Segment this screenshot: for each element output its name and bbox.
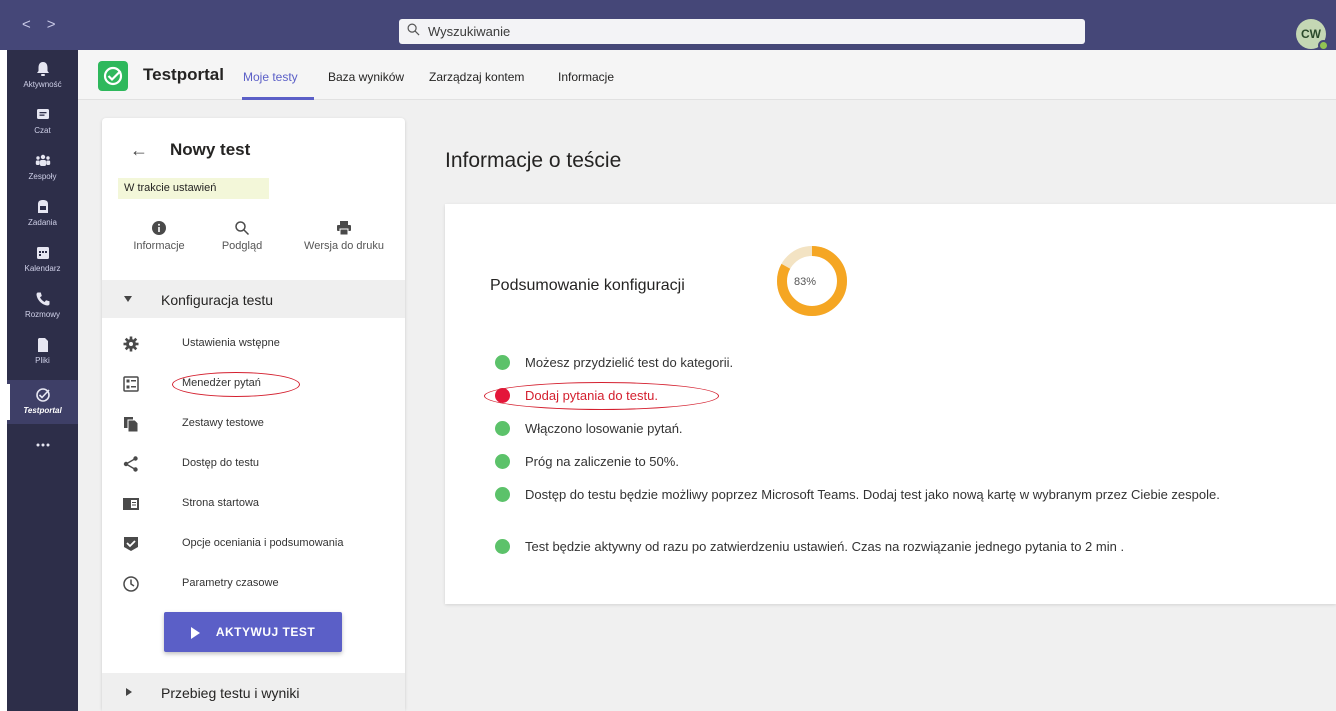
check-shield-icon <box>124 537 138 551</box>
more-icon <box>36 443 49 447</box>
menu-item-time-parameters[interactable]: Parametry czasowe <box>102 565 405 605</box>
page-title: Informacje o teście <box>445 149 622 172</box>
activate-test-button[interactable]: AKTYWUJ TEST <box>164 612 342 652</box>
app-name: Testportal <box>143 65 224 84</box>
avatar[interactable]: CW <box>1296 19 1329 51</box>
rail-item-chat[interactable]: Czat <box>7 100 78 144</box>
search-icon <box>407 23 420 36</box>
rail-edge <box>0 50 7 711</box>
search-placeholder: Wyszukiwanie <box>428 24 511 39</box>
start-page-icon <box>123 498 139 510</box>
question-manager-icon <box>123 376 139 392</box>
progress-label: 83% <box>794 276 816 288</box>
summary-text: Test będzie aktywny od razu po zatwierdz… <box>525 539 1125 554</box>
status-badge: W trakcie ustawień <box>118 178 269 199</box>
rail-label: Zespoły <box>28 172 57 181</box>
highlight-ellipse <box>172 372 300 397</box>
section-test-configuration[interactable]: Konfiguracja testu <box>102 280 405 318</box>
menu-label: Opcje oceniania i podsumowania <box>182 537 344 549</box>
rail-label: Zadania <box>28 218 57 227</box>
rail-item-more[interactable] <box>7 430 78 474</box>
copy-icon <box>124 417 139 433</box>
action-print[interactable]: Wersja do druku <box>294 220 394 252</box>
panel-title: Nowy test <box>170 140 251 159</box>
status-ok-dot <box>495 539 510 554</box>
bell-icon <box>36 62 49 76</box>
testportal-icon <box>35 388 50 402</box>
calendar-icon <box>36 247 49 259</box>
rail-label: Testportal <box>23 406 62 415</box>
tab-information[interactable]: Informacje <box>558 70 614 84</box>
rail-label: Kalendarz <box>24 264 61 273</box>
test-setup-panel: ← Nowy test W trakcie ustawień Informacj… <box>102 118 405 711</box>
rail-label: Czat <box>34 126 51 135</box>
gear-icon <box>123 336 139 352</box>
rail-item-testportal[interactable]: Testportal <box>7 380 78 424</box>
rail-item-assignments[interactable]: Zadania <box>7 192 78 236</box>
chat-icon <box>36 109 49 119</box>
printer-icon <box>337 221 351 236</box>
testportal-logo-icon <box>98 61 128 91</box>
top-bar: <> Wyszukiwanie CW <box>0 0 1336 51</box>
rail-item-teams[interactable]: Zespoły <box>7 146 78 190</box>
menu-item-start-page[interactable]: Strona startowa <box>102 485 405 525</box>
rail-item-files[interactable]: Pliki <box>7 330 78 374</box>
rail-item-calendar[interactable]: Kalendarz <box>7 238 78 282</box>
menu-item-grading-options[interactable]: Opcje oceniania i podsumowania <box>102 525 405 565</box>
rail-item-activity[interactable]: Aktywność <box>7 54 78 98</box>
back-arrow-icon[interactable]: ← <box>130 140 148 161</box>
tab-results-base[interactable]: Baza wyników <box>328 70 404 84</box>
status-ok-dot <box>495 355 510 370</box>
share-icon <box>123 456 138 472</box>
status-ok-dot <box>495 454 510 469</box>
summary-text: Dostęp do testu będzie możliwy poprzez M… <box>525 487 1220 502</box>
caret-down-icon <box>124 296 132 302</box>
highlight-ellipse <box>484 382 719 410</box>
menu-label: Ustawienia wstępne <box>182 337 280 349</box>
rail-label: Aktywność <box>23 80 62 89</box>
rail-item-calls[interactable]: Rozmowy <box>7 284 78 328</box>
action-label: Podgląd <box>221 240 263 252</box>
summary-text: Próg na zaliczenie to 50%. <box>525 454 679 469</box>
app-rail: Aktywność Czat Zespoły Zadania Kalendarz… <box>0 50 78 711</box>
play-icon <box>190 626 200 639</box>
search-input[interactable]: Wyszukiwanie <box>399 19 1085 44</box>
summary-text: Włączono losowanie pytań. <box>525 421 683 436</box>
menu-label: Zestawy testowe <box>182 417 264 429</box>
info-icon <box>152 221 166 235</box>
search-icon <box>235 221 250 236</box>
assignments-icon <box>37 200 48 213</box>
app-header: Testportal Moje testy Baza wyników Zarzą… <box>78 50 1336 100</box>
status-ok-dot <box>495 421 510 436</box>
clock-icon <box>123 576 139 592</box>
menu-item-test-access[interactable]: Dostęp do testu <box>102 445 405 485</box>
caret-right-icon <box>126 688 132 696</box>
section-test-progress-results[interactable]: Przebieg testu i wyniki <box>102 673 405 711</box>
action-label: Informacje <box>133 240 185 252</box>
summary-title: Podsumowanie konfiguracji <box>490 277 685 294</box>
menu-item-initial-settings[interactable]: Ustawienia wstępne <box>102 325 405 365</box>
menu-item-test-sets[interactable]: Zestawy testowe <box>102 405 405 445</box>
progress-donut: 83% <box>777 246 847 316</box>
files-icon <box>37 338 48 352</box>
summary-text: Możesz przydzielić test do kategorii. <box>525 355 734 370</box>
nav-arrows[interactable]: <> <box>22 16 72 33</box>
rail-label: Rozmowy <box>24 310 61 319</box>
tab-my-tests[interactable]: Moje testy <box>243 70 298 84</box>
section-label: Konfiguracja testu <box>161 292 274 308</box>
action-info[interactable]: Informacje <box>124 220 194 252</box>
status-ok-dot <box>495 487 510 502</box>
menu-label: Strona startowa <box>182 497 260 509</box>
activate-label: AKTYWUJ TEST <box>215 625 316 639</box>
phone-icon <box>36 292 49 306</box>
tab-manage-account[interactable]: Zarządzaj kontem <box>429 70 524 84</box>
action-preview[interactable]: Podgląd <box>210 220 274 252</box>
menu-label: Parametry czasowe <box>182 577 279 589</box>
action-label: Wersja do druku <box>304 240 384 252</box>
teams-icon <box>35 154 50 166</box>
menu-label: Dostęp do testu <box>182 457 260 469</box>
rail-label: Pliki <box>35 356 50 365</box>
avatar-initials: CW <box>1301 27 1321 41</box>
section-label: Przebieg testu i wyniki <box>161 685 300 701</box>
